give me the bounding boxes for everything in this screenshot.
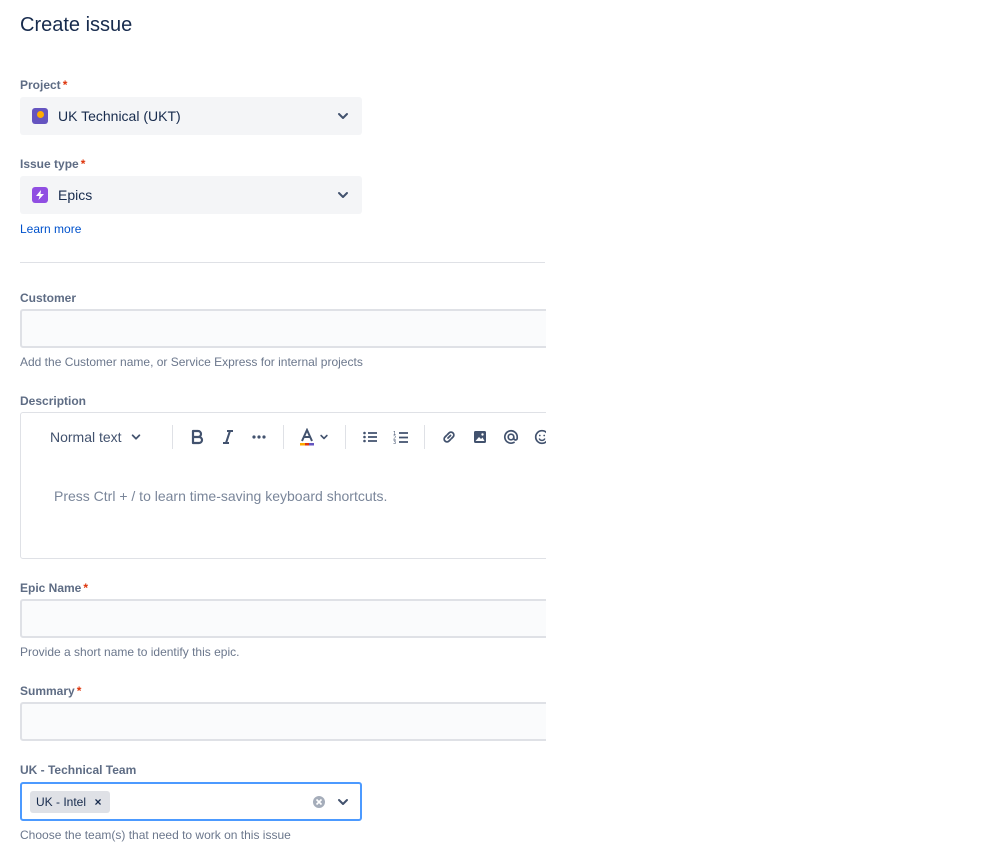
chevron-down-icon[interactable]: [336, 795, 350, 809]
chevron-down-icon: [131, 434, 140, 440]
epic-name-label-text: Epic Name: [20, 581, 82, 595]
form-clip-region: Customer Add the Customer name, or Servi…: [0, 0, 546, 855]
more-icon: [252, 435, 266, 439]
required-marker: *: [83, 581, 89, 595]
text-style-label: Normal text: [50, 429, 122, 445]
description-placeholder: Press Ctrl + / to learn time-saving keyb…: [54, 488, 388, 504]
bullet-list-icon: [363, 431, 377, 443]
toolbar-separator: [172, 425, 173, 449]
toolbar-separator: [283, 425, 284, 449]
toolbar-separator: [424, 425, 425, 449]
epic-name-input[interactable]: [20, 599, 546, 638]
bold-button[interactable]: [185, 425, 209, 449]
team-help-text: Choose the team(s) that need to work on …: [20, 828, 291, 842]
italic-button[interactable]: [216, 425, 240, 449]
customer-label: Customer: [20, 291, 77, 305]
image-button[interactable]: [468, 425, 492, 449]
description-label: Description: [20, 394, 87, 408]
link-button[interactable]: [437, 425, 461, 449]
toolbar-separator: [345, 425, 346, 449]
required-marker: *: [76, 684, 82, 698]
remove-tag-icon[interactable]: ×: [90, 794, 106, 810]
customer-input[interactable]: [20, 309, 546, 348]
summary-label-text: Summary: [20, 684, 75, 698]
team-multiselect[interactable]: UK - Intel ×: [20, 782, 362, 821]
team-label: UK - Technical Team: [20, 763, 137, 777]
selected-team-label: UK - Intel: [36, 794, 87, 809]
summary-label: Summary *: [20, 684, 81, 698]
image-icon: [474, 431, 486, 443]
emoji-icon: [534, 429, 546, 445]
clear-icon[interactable]: [312, 795, 326, 809]
epic-name-help-text: Provide a short name to identify this ep…: [20, 645, 240, 659]
italic-icon: [223, 430, 233, 444]
selected-team-tag: UK - Intel ×: [30, 790, 111, 813]
more-formatting-button[interactable]: [247, 425, 271, 449]
epic-name-label: Epic Name *: [20, 581, 88, 595]
bold-icon: [191, 429, 204, 445]
bullet-list-button[interactable]: [358, 425, 382, 449]
svg-text:3: 3: [393, 440, 396, 445]
numbered-list-icon: 123: [393, 431, 408, 445]
emoji-button[interactable]: [530, 425, 546, 449]
customer-help-text: Add the Customer name, or Service Expres…: [20, 355, 363, 369]
text-color-icon: [299, 428, 314, 446]
mention-icon: [503, 429, 519, 444]
text-style-dropdown[interactable]: Normal text: [50, 425, 150, 449]
chevron-down-icon: [319, 434, 328, 440]
numbered-list-button[interactable]: 123: [389, 425, 413, 449]
mention-button[interactable]: [499, 425, 523, 449]
link-icon: [443, 431, 455, 443]
text-color-button[interactable]: [296, 425, 330, 449]
summary-input[interactable]: [20, 702, 546, 741]
